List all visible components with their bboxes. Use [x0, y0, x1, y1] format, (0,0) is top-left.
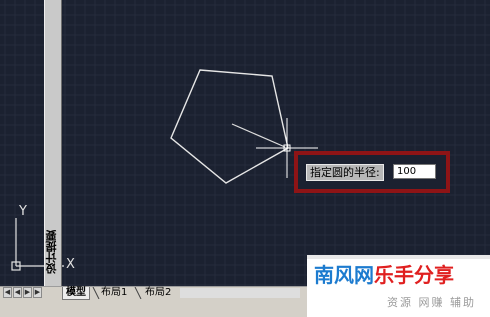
- ucs-y-label: Y: [18, 204, 27, 219]
- command-prompt: 指定圆的半径:: [306, 164, 384, 181]
- watermark-logo: 南风网乐手分享 资源 网赚 辅助: [307, 255, 490, 317]
- tab-model[interactable]: 模型: [62, 287, 90, 300]
- watermark-brand: 乐手分享: [374, 263, 454, 287]
- canvas-graphics: Y X: [0, 0, 490, 286]
- drawing-canvas[interactable]: Y X: [0, 0, 490, 286]
- watermark-subtitle: 资源 网赚 辅助: [387, 296, 476, 309]
- ucs-x-label: X: [66, 257, 75, 272]
- watermark-title: 南风网乐手分享: [314, 263, 454, 287]
- tab-separator: [134, 287, 142, 299]
- tab-layout1[interactable]: 布局1: [98, 287, 130, 299]
- autocad-window: Y X 设计提要 指定圆的半径: 100 ◀ ◀ ▶ ▶ 模型 布局1 布局2 …: [0, 0, 490, 317]
- radius-input[interactable]: 100: [393, 164, 436, 179]
- previous-tab-icon[interactable]: ◀: [13, 287, 22, 298]
- palette-title: 设计提要: [45, 230, 58, 274]
- next-tab-icon[interactable]: ▶: [23, 287, 32, 298]
- watermark-strip: [307, 255, 490, 259]
- last-tab-icon[interactable]: ▶: [33, 287, 42, 298]
- first-tab-icon[interactable]: ◀: [3, 287, 12, 298]
- tab-layout2[interactable]: 布局2: [142, 287, 174, 299]
- pentagon-shape[interactable]: [170, 69, 289, 184]
- dynamic-input-tooltip: 指定圆的半径: 100: [294, 151, 450, 193]
- watermark-site: 南风网: [314, 263, 374, 287]
- tool-palette-titlebar[interactable]: 设计提要: [44, 0, 62, 303]
- horizontal-scrollbar[interactable]: [180, 288, 300, 298]
- drawing-grid: [0, 0, 490, 286]
